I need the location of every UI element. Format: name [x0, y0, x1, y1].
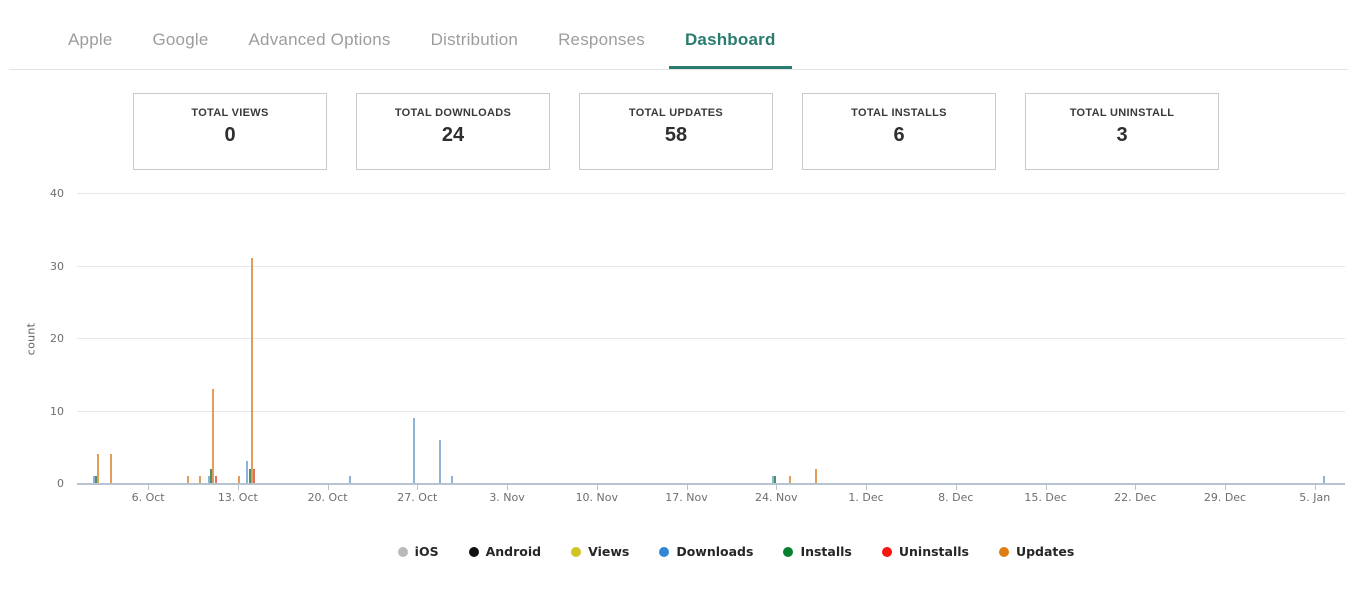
x-tick-label: 6. Oct	[113, 491, 183, 504]
x-tick-mark	[687, 485, 688, 490]
legend-dot-uninstalls	[882, 547, 892, 557]
chart-legend: iOS Android Views Downloads Installs Uninstal…	[0, 544, 1357, 559]
x-tick-mark	[507, 485, 508, 490]
legend-dot-ios	[398, 547, 408, 557]
legend-item-ios: iOS	[398, 544, 439, 559]
x-axis-line	[77, 483, 1345, 485]
x-tick-mark	[866, 485, 867, 490]
dashboard-chart: count 0102030406. Oct13. Oct20. Oct27. O…	[0, 0, 1357, 597]
x-tick-label: 10. Nov	[562, 491, 632, 504]
bar-updates	[97, 454, 99, 483]
bar-downloads	[1323, 476, 1325, 483]
x-tick-label: 29. Dec	[1190, 491, 1260, 504]
x-tick-label: 22. Dec	[1100, 491, 1170, 504]
y-tick-label: 40	[30, 187, 64, 200]
legend-item-views: Views	[571, 544, 629, 559]
bar-updates	[187, 476, 189, 483]
x-tick-mark	[597, 485, 598, 490]
bar-updates	[110, 454, 112, 483]
y-gridline	[77, 411, 1345, 412]
bar-uninstalls	[253, 469, 255, 484]
x-tick-label: 3. Nov	[472, 491, 542, 504]
bar-updates	[251, 258, 253, 483]
x-tick-label: 1. Dec	[831, 491, 901, 504]
bar-updates	[199, 476, 201, 483]
bar-updates	[238, 476, 240, 483]
y-gridline	[77, 338, 1345, 339]
x-tick-mark	[238, 485, 239, 490]
legend-item-uninstalls: Uninstalls	[882, 544, 969, 559]
bar-downloads	[451, 476, 453, 483]
y-tick-label: 10	[30, 405, 64, 418]
legend-dot-updates	[999, 547, 1009, 557]
legend-label: Updates	[1016, 544, 1074, 559]
bar-downloads	[439, 440, 441, 484]
legend-dot-views	[571, 547, 581, 557]
legend-dot-android	[469, 547, 479, 557]
x-tick-label: 15. Dec	[1011, 491, 1081, 504]
x-tick-label: 27. Oct	[382, 491, 452, 504]
x-tick-label: 20. Oct	[293, 491, 363, 504]
legend-label: Views	[588, 544, 629, 559]
legend-dot-installs	[783, 547, 793, 557]
bar-updates	[815, 469, 817, 484]
x-tick-label: 8. Dec	[921, 491, 991, 504]
legend-label: Uninstalls	[899, 544, 969, 559]
x-tick-mark	[1046, 485, 1047, 490]
x-tick-mark	[1225, 485, 1226, 490]
bar-downloads	[413, 418, 415, 483]
x-tick-mark	[1135, 485, 1136, 490]
legend-item-android: Android	[469, 544, 542, 559]
bar-downloads	[349, 476, 351, 483]
x-tick-label: 5. Jan	[1280, 491, 1350, 504]
x-tick-mark	[956, 485, 957, 490]
bar-uninstalls	[215, 476, 217, 483]
y-gridline	[77, 266, 1345, 267]
x-tick-mark	[1315, 485, 1316, 490]
bar-updates	[789, 476, 791, 483]
legend-item-downloads: Downloads	[659, 544, 753, 559]
y-tick-label: 20	[30, 332, 64, 345]
y-tick-label: 0	[30, 477, 64, 490]
legend-label: Android	[486, 544, 542, 559]
bar-installs	[774, 476, 776, 483]
x-tick-label: 24. Nov	[741, 491, 811, 504]
x-tick-mark	[148, 485, 149, 490]
legend-label: Installs	[800, 544, 851, 559]
x-tick-label: 17. Nov	[652, 491, 722, 504]
x-tick-mark	[328, 485, 329, 490]
y-tick-label: 30	[30, 260, 64, 273]
y-gridline	[77, 193, 1345, 194]
legend-label: Downloads	[676, 544, 753, 559]
legend-dot-downloads	[659, 547, 669, 557]
legend-item-installs: Installs	[783, 544, 851, 559]
legend-label: iOS	[415, 544, 439, 559]
x-tick-mark	[776, 485, 777, 490]
bar-updates	[212, 389, 214, 483]
x-tick-mark	[417, 485, 418, 490]
x-tick-label: 13. Oct	[203, 491, 273, 504]
legend-item-updates: Updates	[999, 544, 1074, 559]
